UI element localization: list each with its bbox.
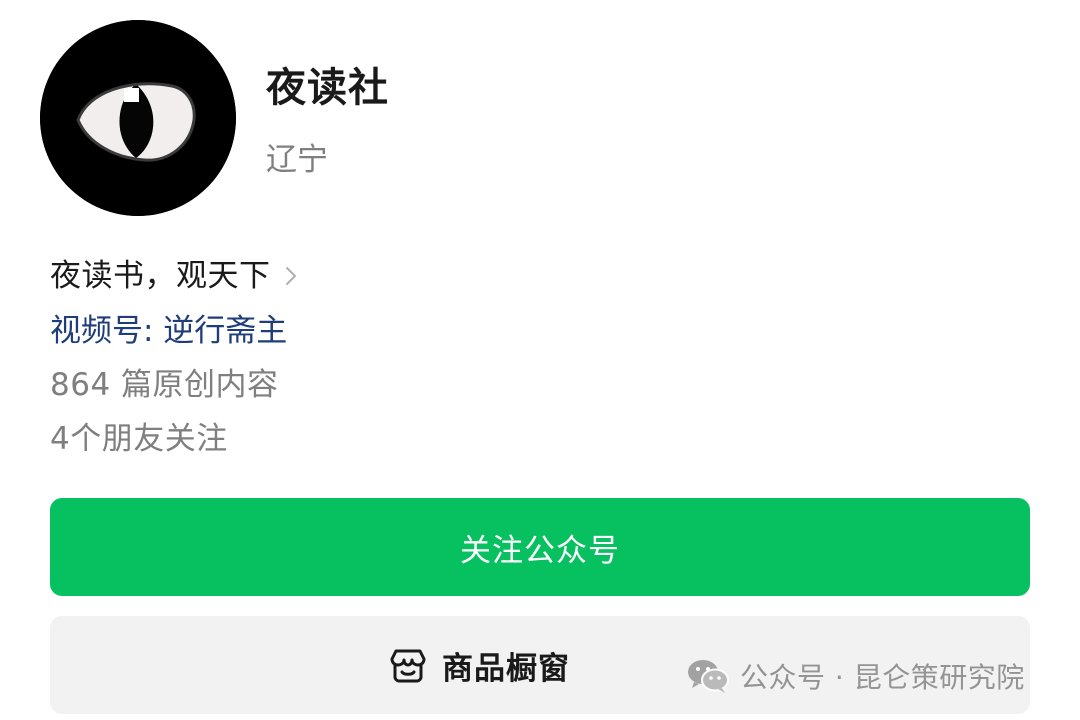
wechat-icon [688,660,729,693]
avatar[interactable] [40,20,236,216]
chevron-right-icon [285,267,296,285]
profile-page: 夜读社 辽宁 夜读书，观天下 视频号: 逆行斋主 864 篇原创内容 4个朋友关… [0,0,1080,720]
storefront-icon [390,649,426,683]
cat-eye-avatar-icon [40,20,236,216]
bio-link[interactable]: 夜读书，观天下 [50,253,297,299]
channels-link[interactable]: 视频号: 逆行斋主 [50,308,287,354]
original-articles-count: 864 篇原创内容 [50,367,279,403]
watermark: 公众号 · 昆仑策研究院 [686,654,1025,698]
account-name: 夜读社 [266,65,389,111]
shop-window-content: 商品橱窗 [388,643,570,688]
friends-following-count: 4个朋友关注 [50,421,228,457]
bio-text: 夜读书，观天下 [50,258,271,294]
account-location: 辽宁 [266,142,328,178]
watermark-text: 公众号 · 昆仑策研究院 [740,661,1025,694]
shop-window-label: 商品橱窗 [442,650,570,687]
follow-button[interactable]: 关注公众号 [50,498,1030,596]
